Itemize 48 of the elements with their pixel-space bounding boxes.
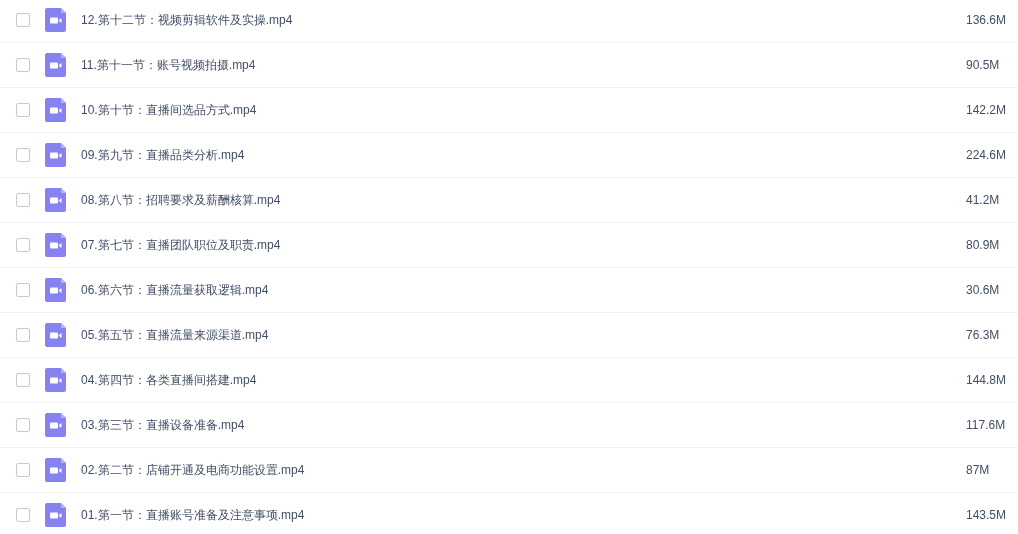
file-name[interactable]: 07.第七节：直播团队职位及职责.mp4 — [81, 236, 966, 254]
video-file-icon — [45, 413, 66, 437]
file-size: 76.3M — [966, 327, 1001, 344]
file-size: 136.6M — [966, 12, 1008, 29]
video-file-icon — [45, 323, 66, 347]
checkbox[interactable] — [16, 103, 30, 117]
file-size: 144.8M — [966, 372, 1008, 389]
checkbox[interactable] — [16, 328, 30, 342]
video-file-icon — [45, 278, 66, 302]
file-size: 87M — [966, 462, 991, 479]
file-name[interactable]: 05.第五节：直播流量来源渠道.mp4 — [81, 326, 966, 344]
file-size: 117.6M — [966, 417, 1007, 434]
file-name[interactable]: 09.第九节：直播品类分析.mp4 — [81, 146, 966, 164]
file-name[interactable]: 10.第十节：直播间选品方式.mp4 — [81, 101, 966, 119]
checkbox[interactable] — [16, 283, 30, 297]
file-size: 30.6M — [966, 282, 1001, 299]
file-name[interactable]: 01.第一节：直播账号准备及注意事项.mp4 — [81, 506, 966, 524]
file-size: 142.2M — [966, 102, 1008, 119]
file-size: 41.2M — [966, 192, 1001, 209]
checkbox[interactable] — [16, 58, 30, 72]
file-size: 80.9M — [966, 237, 1001, 254]
file-size: 90.5M — [966, 57, 1001, 74]
file-name[interactable]: 11.第十一节：账号视频拍摄.mp4 — [81, 56, 966, 74]
video-file-icon — [45, 458, 66, 482]
file-name[interactable]: 08.第八节：招聘要求及薪酬核算.mp4 — [81, 191, 966, 209]
video-file-icon — [45, 53, 66, 77]
video-file-icon — [45, 368, 66, 392]
checkbox[interactable] — [16, 238, 30, 252]
file-size: 224.6M — [966, 147, 1008, 164]
video-file-icon — [45, 233, 66, 257]
checkbox[interactable] — [16, 193, 30, 207]
checkbox[interactable] — [16, 418, 30, 432]
video-file-icon — [45, 8, 66, 32]
video-file-icon — [45, 98, 66, 122]
checkbox[interactable] — [16, 148, 30, 162]
checkbox[interactable] — [16, 373, 30, 387]
checkbox[interactable] — [16, 463, 30, 477]
file-name[interactable]: 12.第十二节：视频剪辑软件及实操.mp4 — [81, 11, 966, 29]
checkbox[interactable] — [16, 13, 30, 27]
video-file-icon — [45, 143, 66, 167]
video-file-icon — [45, 503, 66, 527]
file-name[interactable]: 03.第三节：直播设备准备.mp4 — [81, 416, 966, 434]
file-name[interactable]: 02.第二节：店铺开通及电商功能设置.mp4 — [81, 461, 966, 479]
file-name[interactable]: 04.第四节：各类直播间搭建.mp4 — [81, 371, 966, 389]
file-size: 143.5M — [966, 507, 1008, 524]
file-name[interactable]: 06.第六节：直播流量获取逻辑.mp4 — [81, 281, 966, 299]
checkbox[interactable] — [16, 508, 30, 522]
video-file-icon — [45, 188, 66, 212]
